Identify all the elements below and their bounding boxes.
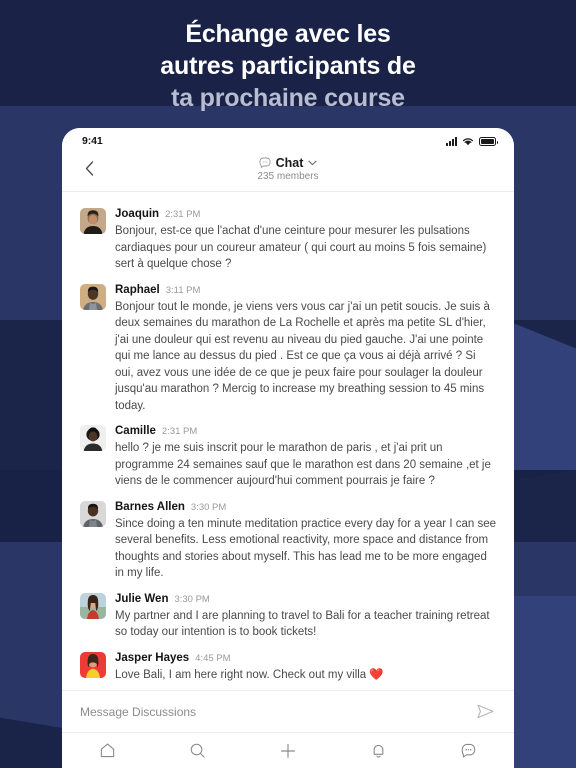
message-list[interactable]: Joaquin 2:31 PM Bonjour, est-ce que l'ac…: [62, 192, 514, 690]
promo-headline: Échange avec les autres participants de …: [0, 18, 576, 114]
avatar-raphael[interactable]: [80, 283, 106, 310]
chat-bubble-icon: [259, 157, 271, 168]
message-input[interactable]: [80, 704, 474, 719]
message-author: Camille: [115, 425, 156, 437]
message-item: Julie Wen 3:30 PM My partner and I are p…: [62, 587, 514, 646]
chevron-down-icon[interactable]: [308, 160, 317, 166]
message-text: Love Bali, I am here right now. Check ou…: [115, 668, 384, 681]
avatar-barnes-allen[interactable]: [80, 500, 106, 527]
message-time: 2:31 PM: [161, 426, 198, 437]
avatar-jasper-hayes[interactable]: [80, 651, 106, 678]
message-text: hello ? je me suis inscrit pour le marat…: [115, 442, 491, 487]
message-text: My partner and I are planning to travel …: [115, 609, 490, 639]
chat-header: Chat 235 members: [62, 154, 514, 192]
message-text: Since doing a ten minute meditation prac…: [115, 517, 496, 580]
device-frame: 9:41 Chat 235 members Joaquin 2:31 PM Bo…: [62, 128, 514, 768]
status-time: 9:41: [82, 135, 103, 147]
nav-item-search[interactable]: [152, 733, 242, 768]
message-composer: [62, 690, 514, 732]
status-bar: 9:41: [62, 128, 514, 154]
battery-icon: [479, 136, 498, 146]
message-time: 3:30 PM: [190, 501, 227, 513]
message-item: Jasper Hayes 4:45 PM Love Bali, I am her…: [62, 646, 514, 689]
headline-line-1: Échange avec les: [185, 20, 391, 48]
wifi-icon: [462, 137, 474, 145]
avatar-julie-wen[interactable]: [80, 592, 106, 619]
message-text: Bonjour, est-ce que l'achat d'une ceintu…: [115, 225, 487, 270]
message-item: Raphael 3:11 PM Bonjour tout le monde, j…: [62, 278, 514, 420]
bottom-navigation: [62, 732, 514, 768]
message-author: Julie Wen: [115, 592, 169, 605]
message-item: Camille 2:31 PM hello ? je me suis inscr…: [62, 419, 514, 495]
message-item: Joaquin 2:31 PM Bonjour, est-ce que l'ac…: [62, 202, 514, 278]
chevron-left-icon: [85, 160, 93, 176]
send-icon: [476, 704, 494, 719]
message-author: Barnes Allen: [115, 500, 185, 513]
status-icons: [446, 136, 498, 146]
avatar-joaquin[interactable]: [80, 208, 106, 234]
chat-title: Chat: [275, 155, 304, 170]
chat-bubble-icon: [462, 743, 476, 758]
message-item: Barnes Allen 3:30 PM Since doing a ten m…: [62, 495, 514, 587]
plus-icon: [281, 743, 295, 758]
screen: Échange avec les autres participants de …: [0, 0, 576, 768]
nav-item-create[interactable]: [243, 733, 333, 768]
chat-title-block[interactable]: Chat 235 members: [257, 155, 319, 183]
message-author: Jasper Hayes: [115, 651, 190, 664]
signal-bars-icon: [446, 136, 457, 146]
message-time: 2:31 PM: [165, 209, 201, 220]
nav-item-messages[interactable]: [424, 733, 514, 768]
nav-item-home[interactable]: [62, 733, 152, 768]
nav-item-notifications[interactable]: [333, 733, 423, 768]
back-button[interactable]: [78, 157, 100, 179]
headline-line-3: ta prochaine course: [171, 84, 405, 112]
bell-icon: [373, 744, 384, 758]
send-button[interactable]: [474, 704, 496, 719]
message-time: 3:11 PM: [165, 284, 201, 296]
message-text: Bonjour tout le monde, je viens vers vou…: [115, 300, 490, 412]
search-icon: [190, 743, 205, 758]
headline-line-2: autres participants de: [160, 52, 416, 80]
home-icon: [100, 743, 114, 758]
member-count: 235 members: [257, 171, 319, 182]
message-time: 3:30 PM: [174, 593, 210, 605]
message-author: Joaquin: [115, 208, 160, 220]
avatar-camille[interactable]: [80, 425, 106, 451]
message-author: Raphael: [115, 283, 160, 296]
message-time: 4:45 PM: [195, 652, 231, 664]
